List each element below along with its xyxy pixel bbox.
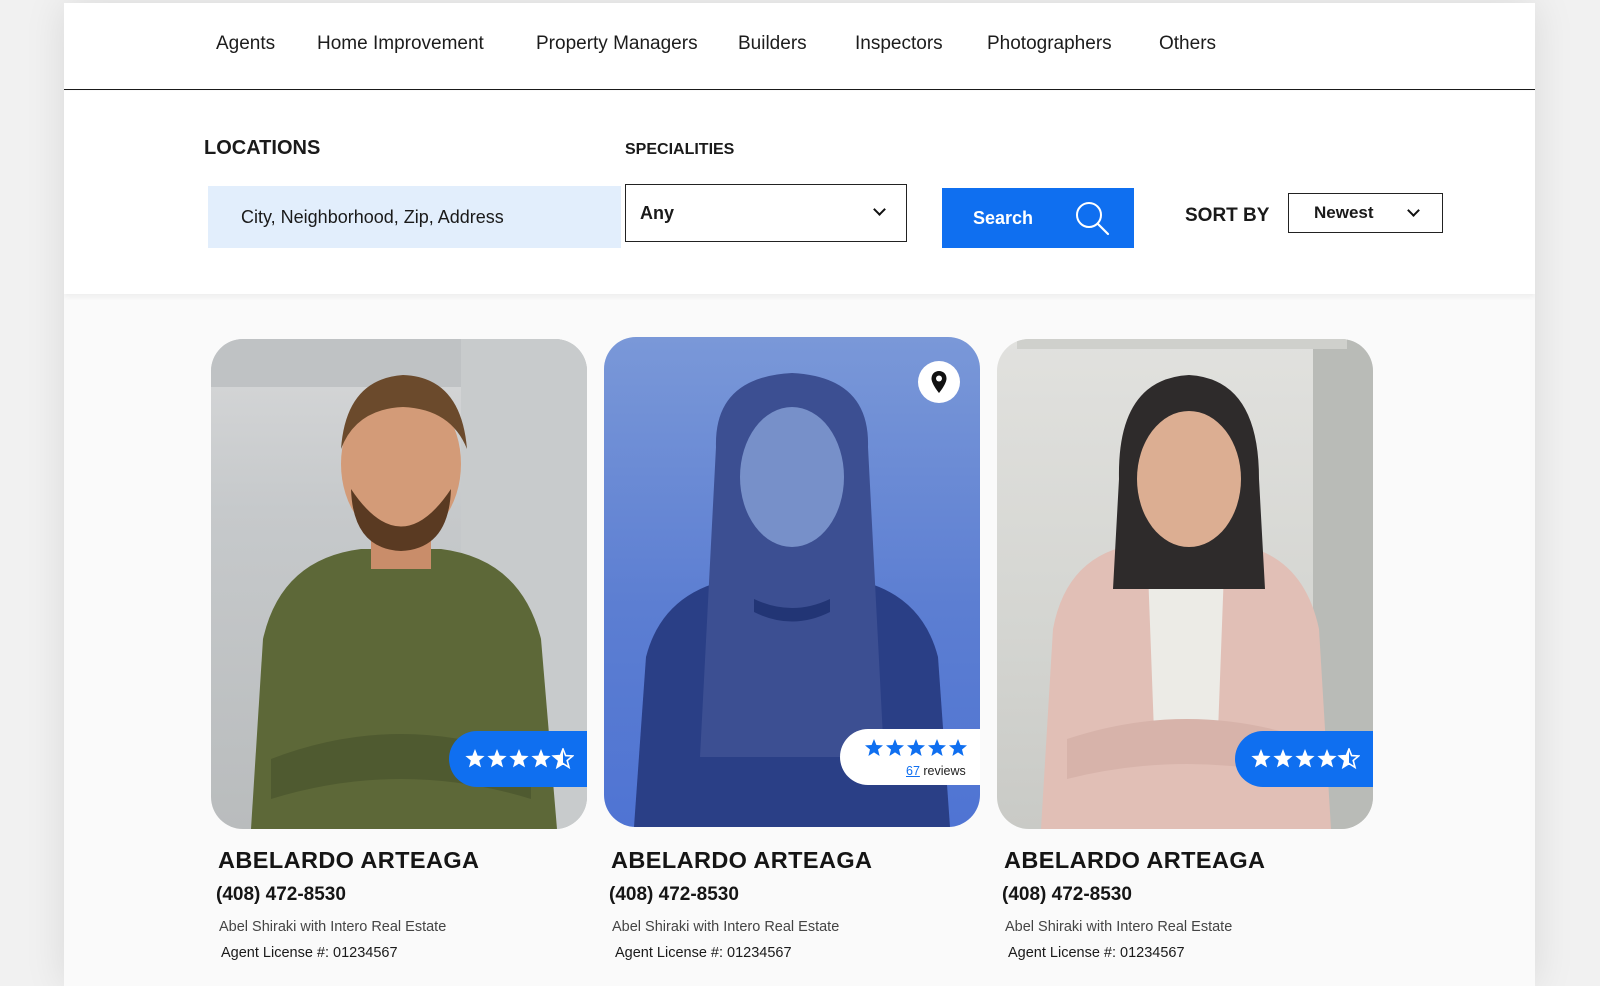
agent-photo: 67 reviews xyxy=(604,337,980,827)
agent-photo xyxy=(997,339,1373,829)
agent-company: Abel Shiraki with Intero Real Estate xyxy=(219,919,447,935)
search-button[interactable]: Search xyxy=(942,188,1134,248)
agent-phone[interactable]: (408) 472-8530 xyxy=(1002,884,1132,906)
specialities-select[interactable]: Any xyxy=(625,184,907,242)
agent-phone[interactable]: (408) 472-8530 xyxy=(609,884,739,906)
agent-card[interactable]: ABELARDO ARTEAGA (408) 472-8530 Abel Shi… xyxy=(211,339,587,961)
star-rating-icon xyxy=(1251,748,1360,770)
top-nav: Agents Home Improvement Property Manager… xyxy=(64,3,1535,90)
rating-badge: 67 reviews xyxy=(840,729,980,785)
locations-label: LOCATIONS xyxy=(204,137,321,159)
star-rating-icon xyxy=(865,739,967,756)
rating-badge xyxy=(1235,731,1373,787)
sort-by-label: SORT BY xyxy=(1185,205,1270,226)
nav-item-inspectors[interactable]: Inspectors xyxy=(855,33,943,55)
nav-item-property-managers[interactable]: Property Managers xyxy=(536,33,698,55)
agent-card[interactable]: 67 reviews ABELARDO ARTEAGA (408) 472-85… xyxy=(604,337,980,961)
sort-selected-value: Newest xyxy=(1314,203,1374,222)
sort-select[interactable]: Newest xyxy=(1288,193,1443,233)
star-rating-icon xyxy=(465,748,574,770)
specialities-label: SPECIALITIES xyxy=(625,141,735,158)
agent-name[interactable]: ABELARDO ARTEAGA xyxy=(1004,847,1265,874)
agent-phone[interactable]: (408) 472-8530 xyxy=(216,884,346,906)
filter-bar: LOCATIONS SPECIALITIES Any Search SORT B… xyxy=(64,91,1535,294)
location-search-input[interactable] xyxy=(208,186,621,248)
agent-card[interactable]: ABELARDO ARTEAGA (408) 472-8530 Abel Shi… xyxy=(997,339,1373,961)
nav-item-agents[interactable]: Agents xyxy=(216,33,275,55)
agent-license: Agent License #: 01234567 xyxy=(615,945,792,961)
agent-photo xyxy=(211,339,587,829)
agent-name[interactable]: ABELARDO ARTEAGA xyxy=(218,847,479,874)
agent-company: Abel Shiraki with Intero Real Estate xyxy=(612,919,840,935)
agent-company: Abel Shiraki with Intero Real Estate xyxy=(1005,919,1233,935)
review-count-link[interactable]: 67 reviews xyxy=(906,764,966,778)
rating-badge xyxy=(449,731,587,787)
location-pin-icon xyxy=(931,371,947,393)
nav-item-photographers[interactable]: Photographers xyxy=(987,33,1112,55)
chevron-down-icon xyxy=(1407,204,1420,217)
app-frame: Agents Home Improvement Property Manager… xyxy=(64,3,1535,986)
chevron-down-icon xyxy=(873,203,886,216)
location-pin-button[interactable] xyxy=(918,361,960,403)
nav-item-builders[interactable]: Builders xyxy=(738,33,807,55)
review-count: 67 xyxy=(906,764,920,778)
review-word: reviews xyxy=(923,764,966,778)
agent-license: Agent License #: 01234567 xyxy=(221,945,398,961)
agent-name[interactable]: ABELARDO ARTEAGA xyxy=(611,847,872,874)
nav-item-home-improvement[interactable]: Home Improvement xyxy=(317,33,484,55)
search-icon xyxy=(1076,202,1110,236)
search-button-label: Search xyxy=(973,207,1034,228)
specialities-selected-value: Any xyxy=(640,202,675,223)
nav-item-others[interactable]: Others xyxy=(1159,33,1216,55)
agent-license: Agent License #: 01234567 xyxy=(1008,945,1185,961)
